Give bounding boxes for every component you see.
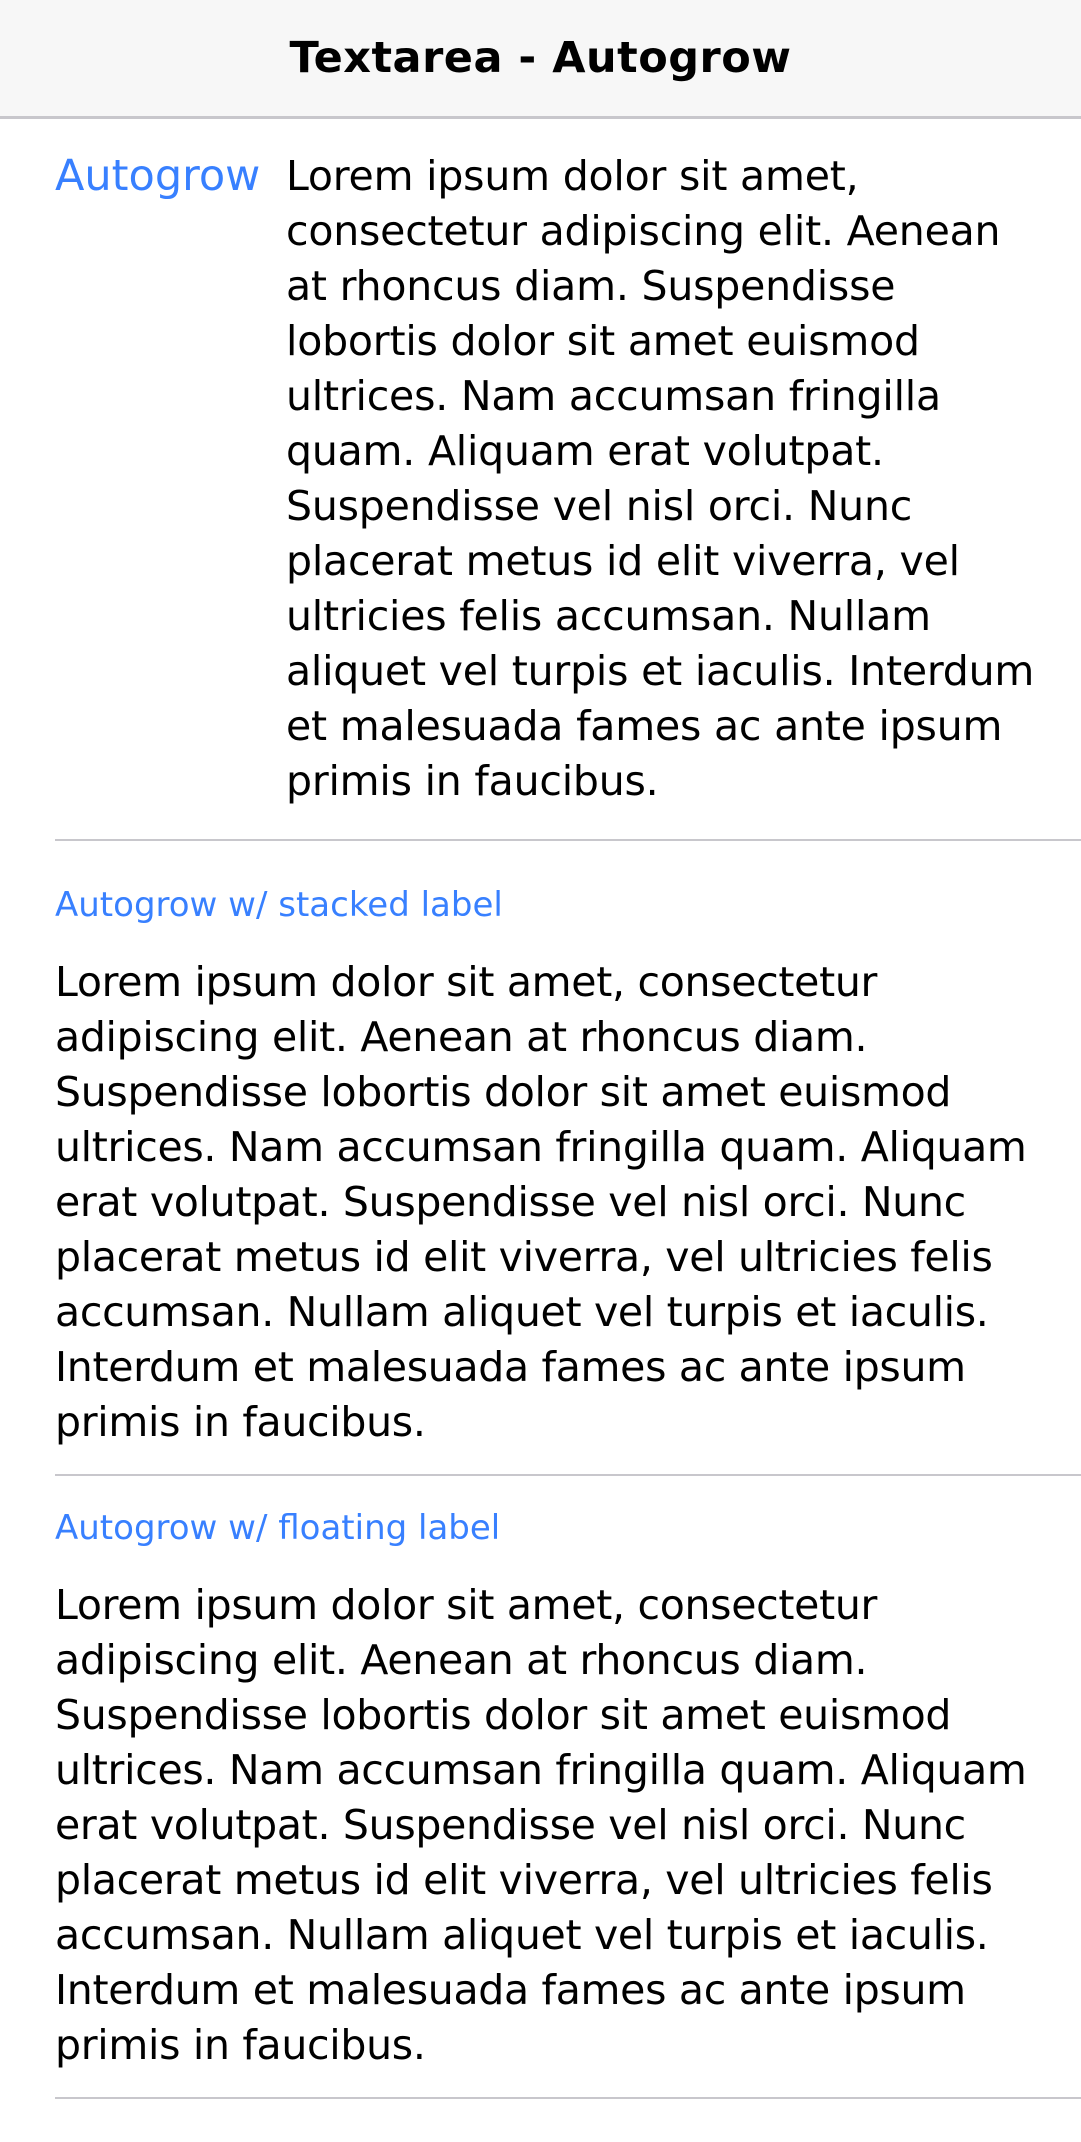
autogrow-label: Autogrow: [55, 151, 261, 201]
autogrow-floating-textarea[interactable]: Lorem ipsum dolor sit amet, consectetur …: [55, 1578, 1055, 2073]
autogrow-floating-item: Autogrow w/ floating label Lorem ipsum d…: [55, 1476, 1081, 2099]
toolbar: Textarea - Autogrow: [0, 0, 1081, 119]
autogrow-stacked-textarea[interactable]: Lorem ipsum dolor sit amet, consectetur …: [55, 955, 1055, 1450]
autogrow-textarea[interactable]: Lorem ipsum dolor sit amet, consectetur …: [286, 149, 1046, 809]
textarea-list: Autogrow Lorem ipsum dolor sit amet, con…: [0, 119, 1081, 2099]
page-title: Textarea - Autogrow: [289, 33, 792, 83]
autogrow-floating-label: Autogrow w/ floating label: [55, 1508, 501, 1548]
autogrow-item: Autogrow Lorem ipsum dolor sit amet, con…: [55, 119, 1081, 841]
autogrow-stacked-label: Autogrow w/ stacked label: [55, 885, 503, 925]
autogrow-stacked-item: Autogrow w/ stacked label Lorem ipsum do…: [55, 841, 1081, 1476]
